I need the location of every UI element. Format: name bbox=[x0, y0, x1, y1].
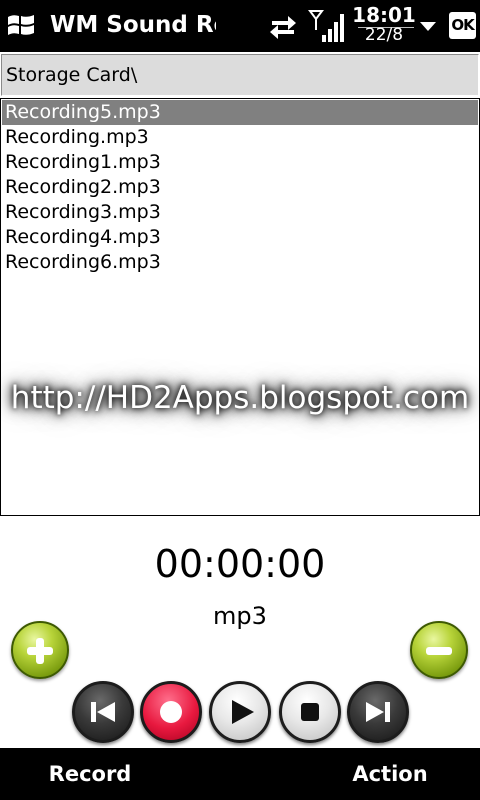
list-item[interactable]: Recording2.mp3 bbox=[2, 175, 478, 200]
play-icon bbox=[232, 700, 254, 724]
record-button[interactable] bbox=[140, 681, 202, 743]
ok-button[interactable]: OK bbox=[449, 12, 476, 39]
previous-icon bbox=[91, 702, 115, 722]
title-bar: WM Sound Reco 18:01 22/8 OK bbox=[0, 0, 480, 52]
list-item[interactable]: Recording.mp3 bbox=[2, 125, 478, 150]
elapsed-timer: 00:00:00 bbox=[154, 542, 326, 586]
previous-button[interactable] bbox=[72, 681, 134, 743]
next-button[interactable] bbox=[347, 681, 409, 743]
list-item[interactable]: Recording6.mp3 bbox=[2, 250, 478, 275]
clock-time[interactable]: 18:01 bbox=[350, 3, 418, 27]
list-item[interactable]: Recording4.mp3 bbox=[2, 225, 478, 250]
app-title: WM Sound Reco bbox=[50, 12, 216, 38]
watermark-text: http://HD2Apps.blogspot.com bbox=[10, 380, 470, 416]
stop-icon bbox=[301, 703, 319, 721]
list-item[interactable]: Recording5.mp3 bbox=[2, 100, 478, 125]
minus-icon bbox=[426, 647, 452, 655]
add-button[interactable] bbox=[11, 621, 69, 679]
app-screen: WM Sound Reco 18:01 22/8 OK Storage Card… bbox=[0, 0, 480, 800]
windows-start-icon[interactable] bbox=[6, 11, 36, 39]
signal-strength-icon[interactable] bbox=[308, 8, 346, 44]
current-path: Storage Card\ bbox=[6, 64, 138, 86]
dropdown-arrow-icon[interactable] bbox=[420, 22, 436, 31]
play-button[interactable] bbox=[209, 681, 271, 743]
record-icon bbox=[160, 701, 182, 723]
file-list[interactable]: Recording5.mp3 Recording.mp3 Recording1.… bbox=[0, 98, 480, 516]
action-softkey[interactable]: Action bbox=[300, 748, 480, 800]
remove-button[interactable] bbox=[410, 621, 468, 679]
path-bar: Storage Card\ bbox=[1, 54, 479, 96]
stop-button[interactable] bbox=[279, 681, 341, 743]
record-softkey[interactable]: Record bbox=[0, 748, 180, 800]
plus-icon bbox=[27, 638, 53, 664]
next-icon bbox=[366, 702, 390, 722]
format-label[interactable]: mp3 bbox=[0, 600, 480, 632]
list-item[interactable]: Recording1.mp3 bbox=[2, 150, 478, 175]
list-item[interactable]: Recording3.mp3 bbox=[2, 200, 478, 225]
sync-arrows-icon[interactable] bbox=[268, 12, 298, 42]
clock-date[interactable]: 22/8 bbox=[350, 25, 418, 45]
softkey-bar: Record Action bbox=[0, 748, 480, 800]
